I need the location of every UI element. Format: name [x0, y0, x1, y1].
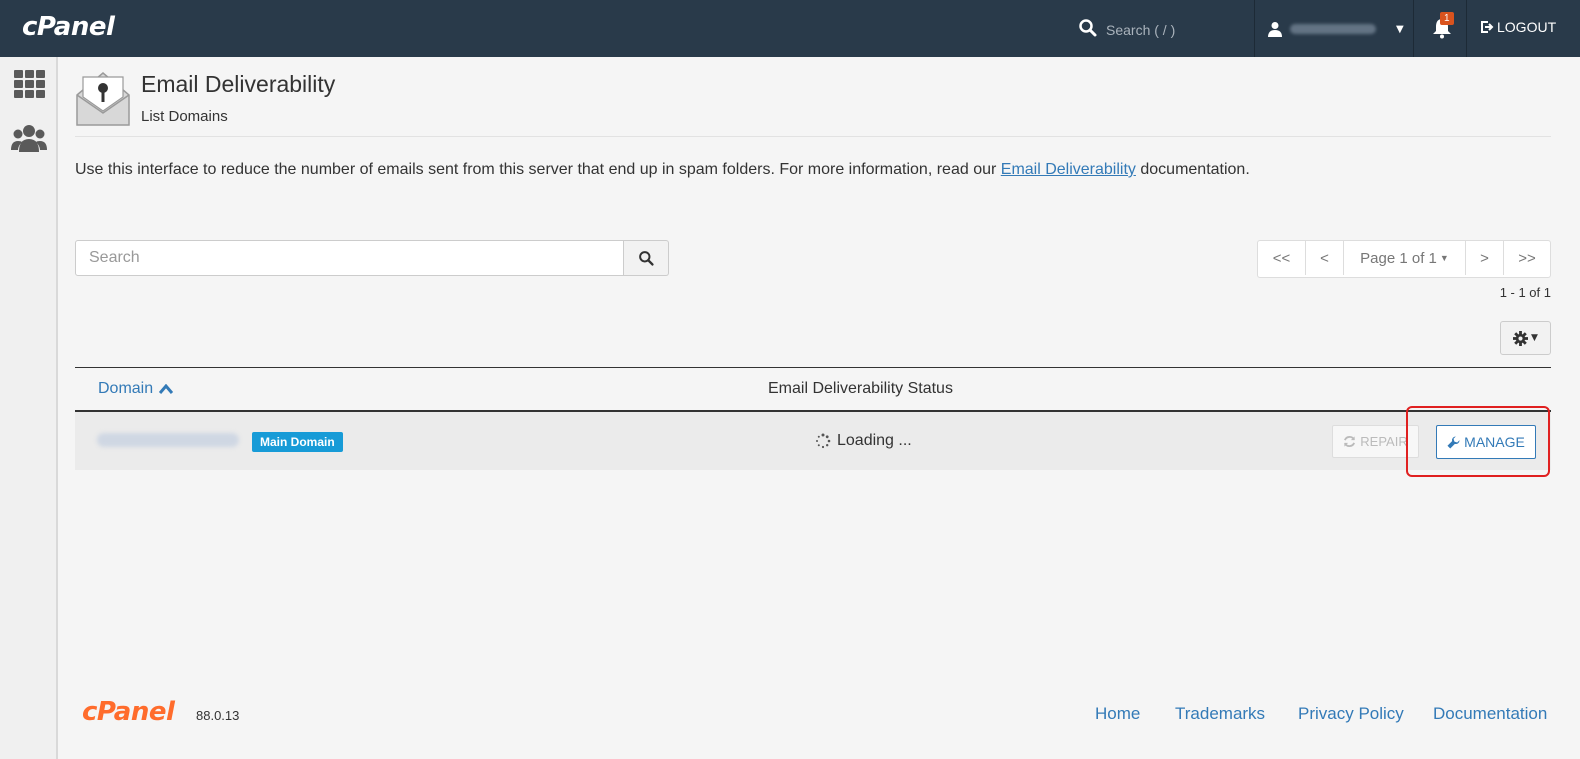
search-icon [1079, 19, 1097, 37]
footer-link-documentation[interactable]: Documentation [1433, 704, 1547, 724]
first-page-button[interactable]: << [1258, 241, 1305, 275]
logout-label: LOGOUT [1497, 19, 1557, 35]
notification-badge: 1 [1440, 12, 1454, 25]
footer-link-trademarks[interactable]: Trademarks [1175, 704, 1265, 724]
spinner-icon [816, 433, 831, 449]
caret-down-icon: ▼ [1396, 23, 1404, 35]
status-column-header: Email Deliverability Status [768, 380, 953, 397]
divider [1254, 0, 1255, 57]
search-icon [638, 250, 654, 266]
username-blurred [1290, 24, 1376, 34]
logout-icon [1481, 21, 1494, 33]
page-label: Page 1 of 1 [1360, 249, 1437, 267]
intro-text-start: Use this interface to reduce the number … [75, 161, 1001, 178]
table-header: Domain Email Deliverability Status [75, 367, 1551, 412]
grid-icon[interactable] [11, 68, 47, 102]
user-icon [1268, 22, 1282, 37]
user-menu[interactable]: ▼ [1268, 18, 1408, 40]
table-row: Main Domain Loading ... REPAIR MANAGE [75, 406, 1551, 477]
header-divider [75, 136, 1551, 137]
page-select[interactable]: Page 1 of 1 ▼ [1343, 241, 1465, 275]
version-text: 88.0.13 [196, 708, 240, 723]
intro-text: Use this interface to reduce the number … [75, 161, 1250, 179]
divider [1413, 0, 1414, 57]
search-button[interactable] [624, 240, 669, 276]
footer-link-privacy-policy[interactable]: Privacy Policy [1298, 704, 1404, 724]
caret-down-icon: ▼ [1531, 333, 1538, 343]
next-page-button[interactable]: > [1465, 241, 1503, 275]
email-deliverability-doc-link[interactable]: Email Deliverability [1001, 161, 1136, 178]
result-count: 1 - 1 of 1 [1499, 285, 1551, 300]
domain-column-header[interactable]: Domain [98, 380, 174, 398]
domain-name-blurred [97, 433, 239, 447]
footer-link-home[interactable]: Home [1095, 704, 1140, 724]
users-icon[interactable] [11, 122, 47, 156]
status-loading: Loading ... [815, 432, 912, 450]
footer-cpanel-logo[interactable]: cPanel [82, 697, 175, 727]
email-deliverability-icon [76, 72, 130, 126]
cpanel-logo[interactable]: cPanel [22, 12, 115, 42]
status-text: Loading ... [837, 432, 912, 449]
domain-column-label: Domain [98, 380, 154, 397]
last-page-button[interactable]: >> [1503, 241, 1550, 275]
divider [1466, 0, 1467, 57]
highlight-annotation-box [1406, 406, 1550, 477]
domains-table: Domain Email Deliverability Status Main … [75, 367, 1551, 477]
global-search-input[interactable] [1104, 16, 1248, 44]
sidebar [0, 57, 58, 759]
caret-down-icon: ▼ [1439, 253, 1449, 263]
pagination: << < Page 1 of 1 ▼ > >> [1257, 240, 1551, 278]
refresh-icon [1344, 435, 1356, 448]
page-title: Email Deliverability [141, 71, 336, 97]
settings-button[interactable]: ▼ [1500, 321, 1551, 355]
main-domain-badge: Main Domain [252, 432, 343, 452]
logout-button[interactable]: LOGOUT [1480, 19, 1556, 35]
gear-icon [1513, 330, 1529, 346]
intro-text-end: documentation. [1135, 161, 1250, 178]
prev-page-button[interactable]: < [1305, 241, 1343, 275]
repair-label: REPAIR [1360, 434, 1408, 449]
page-subtitle: List Domains [141, 108, 228, 125]
sort-ascending-icon [159, 384, 174, 394]
domain-search-input[interactable] [75, 240, 624, 276]
top-navbar: cPanel ▼ 1 LOGOUT [0, 0, 1580, 57]
